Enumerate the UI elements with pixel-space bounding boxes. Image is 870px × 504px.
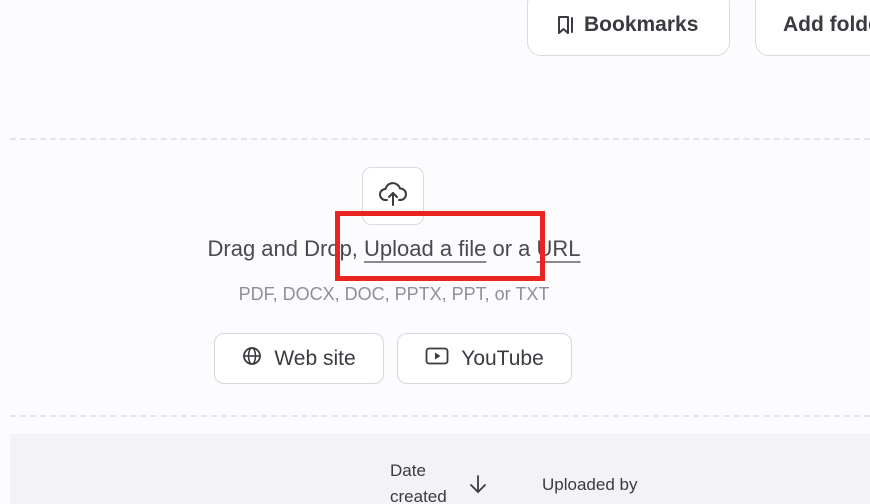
upload-icon-button[interactable] [362,167,424,225]
arrow-down-icon[interactable] [468,474,488,501]
cloud-upload-icon [378,181,408,212]
globe-icon [242,346,262,372]
supported-formats: PDF, DOCX, DOC, PPTX, PPT, or TXT [238,284,550,304]
dropzone-bottom-border [10,415,870,417]
dropzone-text: Drag and Drop, Upload a file or a URL [0,236,788,262]
website-label: Web site [274,346,356,370]
bookmarks-label: Bookmarks [584,13,699,36]
bookmarks-button[interactable]: Bookmarks [527,0,730,56]
upload-file-link[interactable]: Upload a file [364,236,486,261]
play-icon [425,347,449,371]
add-folder-button[interactable]: Add folde [755,0,870,56]
table-header: Date created Uploaded by [10,434,870,504]
or-text: or a [486,236,537,261]
dropzone-top-border [10,138,870,140]
bookmark-icon [556,15,576,35]
add-folder-label: Add folde [783,13,870,36]
column-header-uploaded-by[interactable]: Uploaded by [542,475,637,495]
url-link[interactable]: URL [536,236,580,261]
column-header-date-created[interactable]: Date created [390,458,460,504]
website-button[interactable]: Web site [214,333,384,384]
drag-drop-text: Drag and Drop, [207,236,365,261]
youtube-button[interactable]: YouTube [397,333,572,384]
date-created-line1: Date [390,461,426,480]
youtube-label: YouTube [461,346,544,370]
date-created-line2: created [390,487,447,504]
page: Bookmarks Add folde Drag and Drop, Uploa… [0,0,870,504]
